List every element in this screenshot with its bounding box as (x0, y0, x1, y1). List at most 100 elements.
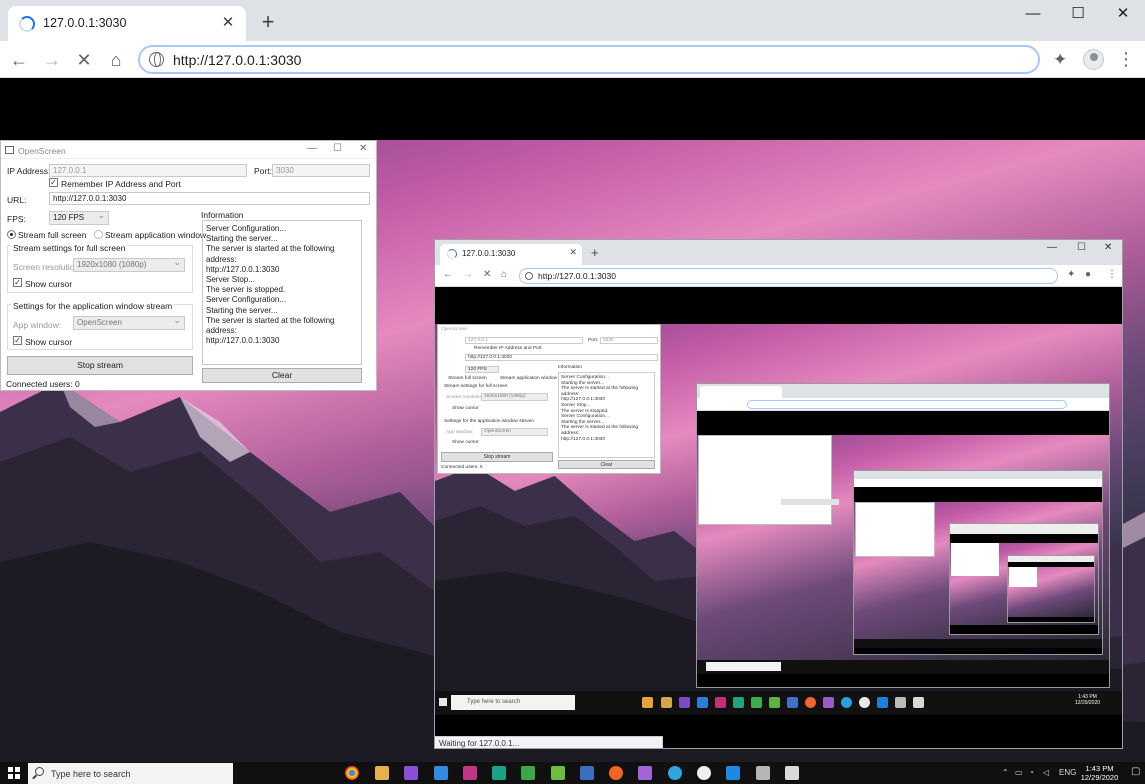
nested-url: http://127.0.0.1:3030 (538, 271, 616, 281)
nested-os-port: 3030 (600, 337, 658, 344)
remember-checkbox[interactable]: ✓ (49, 178, 58, 187)
nested-extensions-icon: ✦ (1067, 269, 1076, 280)
os-close-button[interactable]: ✕ (359, 143, 367, 154)
log-line: Starting the server... (206, 305, 278, 315)
nested-os-resolution-label: Screen resolution: (446, 395, 485, 400)
minimize-button[interactable]: — (1010, 0, 1056, 28)
browser-tab[interactable]: 127.0.0.1:3030 ✕ (8, 6, 246, 41)
tray-battery-icon[interactable]: ▭ (1015, 768, 1023, 777)
windows-taskbar: Type here to search ⌃ ▭ ◔ ◁ ENG 1:43 PM … (0, 762, 1145, 784)
app-icon (5, 146, 14, 154)
url-input[interactable]: http://127.0.0.1:3030 (49, 192, 370, 205)
taskbar-search-box[interactable]: Type here to search (28, 763, 233, 784)
taskbar-search-placeholder: Type here to search (51, 769, 131, 779)
address-bar-url: http://127.0.0.1:3030 (173, 52, 302, 68)
level5-openscreen (1009, 567, 1037, 587)
ip-address-label: IP Address: (7, 166, 51, 176)
app-window-select[interactable]: OpenScreen (73, 315, 185, 330)
windows-start-icon[interactable] (8, 767, 20, 779)
show-cursor-label-app: Show cursor (25, 337, 73, 347)
log-line: http://127.0.0.1:3030 (206, 336, 280, 346)
forward-button[interactable]: → (39, 47, 65, 73)
nested-status-bubble: Waiting for 127.0.0.1... (435, 736, 663, 748)
app-icon-15[interactable] (756, 766, 770, 780)
app-icon-7[interactable] (521, 766, 535, 780)
clear-button[interactable]: Clear (202, 368, 362, 383)
extensions-puzzle-icon[interactable]: ✦ (1053, 50, 1067, 70)
nested-os-app-window-label: App window: (446, 430, 474, 435)
fps-select[interactable]: 120 FPS (49, 210, 109, 225)
stream-full-label: Stream full screen (18, 230, 87, 240)
nested-browser-level-2 (696, 383, 1110, 688)
browser-menu-button[interactable]: ⋮ (1117, 50, 1135, 68)
tray-chevron-icon[interactable]: ⌃ (1002, 768, 1009, 777)
nested-os-clear: Clear (558, 460, 655, 469)
ip-address-input[interactable]: 127.0.0.1 (49, 164, 247, 177)
nested-os-full-group: Stream settings for full screen (444, 384, 508, 389)
address-bar[interactable]: http://127.0.0.1:3030 (138, 45, 1040, 74)
visual-studio-icon[interactable] (404, 766, 418, 780)
resolution-select[interactable]: 1920x1080 (1080p) (73, 257, 185, 272)
nested-browser-level-4 (949, 523, 1099, 635)
profile-avatar[interactable] (1083, 49, 1104, 70)
new-tab-button[interactable]: + (256, 11, 280, 35)
log-line: The server is started at the following a… (206, 244, 335, 264)
url-label: URL: (7, 195, 27, 205)
nested-clock: 1:43 PM 12/29/2020 (1075, 694, 1100, 706)
app-icon-5[interactable] (463, 766, 477, 780)
app-icon-6[interactable] (492, 766, 506, 780)
chrome-icon[interactable] (345, 766, 359, 780)
show-cursor-checkbox-app[interactable]: ✓ (13, 336, 22, 345)
stop-stream-button[interactable]: Stop stream (7, 356, 193, 375)
vscode-icon[interactable] (434, 766, 448, 780)
level3-toolbar (854, 479, 1102, 487)
stream-app-radio[interactable] (94, 230, 103, 239)
tray-volume-icon[interactable]: ◁ (1043, 768, 1049, 777)
nested-log-line: The server is started at the following a… (561, 425, 639, 436)
log-line: The server is stopped. (206, 285, 286, 295)
app-icon-16[interactable] (785, 766, 799, 780)
nested-forward-icon: → (463, 269, 473, 280)
nested-vscode-icon (697, 697, 708, 708)
file-explorer-icon[interactable] (375, 766, 389, 780)
port-input[interactable]: 3030 (272, 164, 370, 177)
nested-menu-icon: ⋮ (1107, 269, 1117, 280)
nested-taskbar: Type here to search 1:43 PM 12/29/2020 (435, 691, 1122, 715)
nested-app-icon (805, 697, 816, 708)
app-icon-14[interactable] (726, 766, 740, 780)
back-button[interactable]: ← (6, 47, 32, 73)
taskbar-clock[interactable]: 1:43 PM 12/29/2020 (1077, 764, 1122, 782)
nested-os-users: Connected users: 0 (441, 465, 483, 470)
show-cursor-checkbox-full[interactable]: ✓ (13, 278, 22, 287)
log-line: Server Configuration... (206, 224, 287, 233)
level4-chrome (950, 524, 1098, 534)
stream-full-radio[interactable] (7, 230, 16, 239)
tray-network-icon[interactable]: ◔ (1029, 768, 1034, 777)
nested-os-log: Server Configuration... Starting the ser… (558, 372, 655, 458)
nested-os-show-cursor-app: Show cursor (452, 440, 479, 445)
app-icon-9[interactable] (580, 766, 594, 780)
telegram-icon[interactable] (668, 766, 682, 780)
remember-label: Remember IP Address and Port (61, 179, 181, 189)
app-icon-11[interactable] (638, 766, 652, 780)
app-icon-8[interactable] (551, 766, 565, 780)
nested-maximize-icon: ☐ (1077, 242, 1086, 253)
nested-os-stream-full: Stream full screen (448, 376, 487, 381)
os-minimize-button[interactable]: — (307, 143, 317, 154)
close-window-button[interactable]: ✕ (1100, 0, 1145, 28)
fps-label: FPS: (7, 214, 26, 224)
log-line: Starting the server... (206, 234, 278, 244)
nested-os-title: OpenScreen (441, 327, 468, 332)
nested-app-icon (823, 697, 834, 708)
home-button[interactable]: ⌂ (103, 47, 129, 73)
nested-os-stream-app: Stream application window (500, 376, 558, 381)
maximize-button[interactable]: ☐ (1055, 0, 1101, 28)
close-tab-icon[interactable]: ✕ (218, 13, 238, 33)
os-maximize-button[interactable]: ☐ (333, 143, 342, 154)
app-icon-10[interactable] (609, 766, 623, 780)
language-indicator[interactable]: ENG (1059, 768, 1076, 777)
notifications-icon[interactable]: ▢ (1131, 766, 1140, 777)
level5-chrome (1008, 556, 1094, 562)
stop-loading-button[interactable]: ✕ (71, 47, 97, 73)
app-icon-13[interactable] (697, 766, 711, 780)
